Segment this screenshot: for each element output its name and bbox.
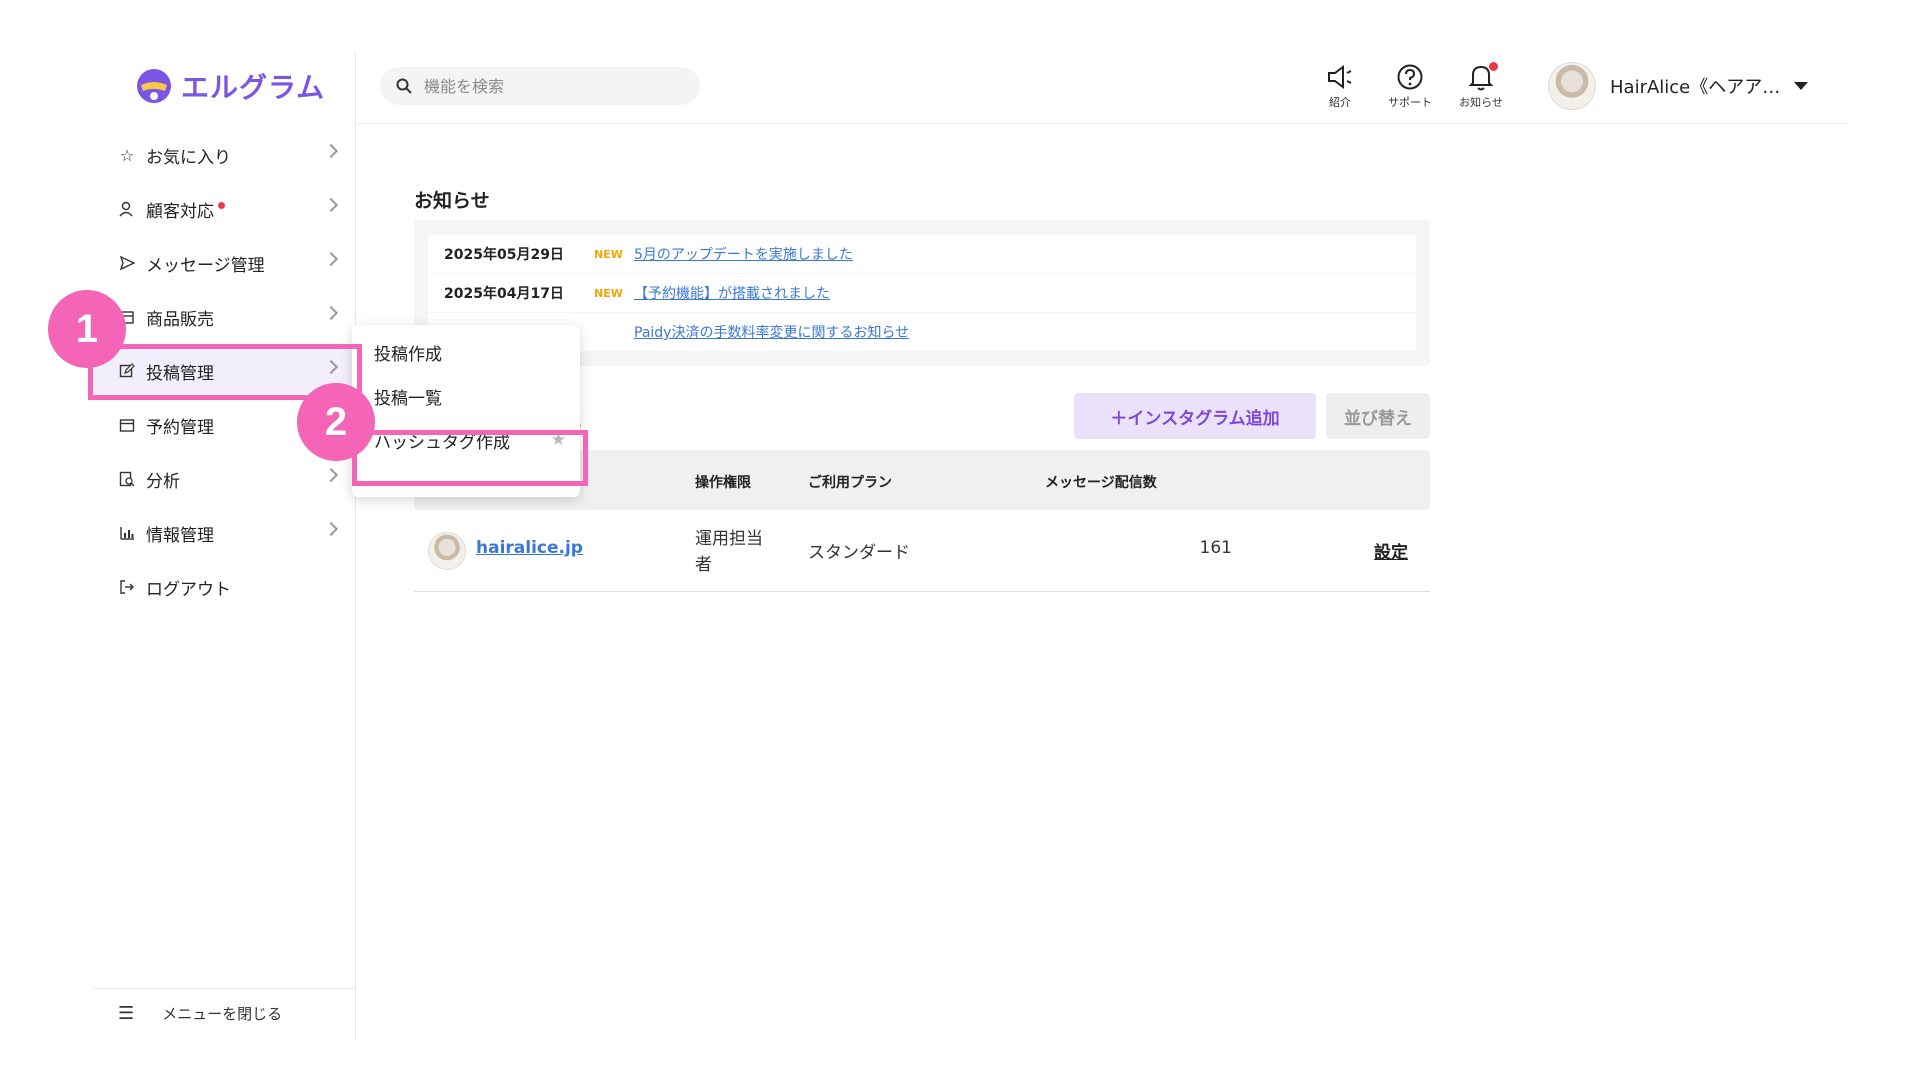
referral-button[interactable]: 紹介 (1305, 62, 1375, 114)
new-badge: NEW (594, 286, 623, 300)
notice-row: 2025年05月29日 NEW 5月のアップデートを実施しました (428, 235, 1416, 273)
sidebar-item-label: 顧客対応 (146, 201, 214, 222)
table-row: hairalice.jp 運用担当者 スタンダード 161 設定 (414, 510, 1430, 592)
support-button[interactable]: サポート (1375, 62, 1445, 114)
account-link[interactable]: hairalice.jp (476, 538, 583, 558)
avatar (1548, 62, 1596, 110)
sidebar-item-messages[interactable]: メッセージ管理 (94, 240, 352, 286)
sidebar-item-sales[interactable]: 商品販売 (94, 294, 352, 340)
sidebar-item-logout[interactable]: ログアウト (94, 564, 352, 610)
sidebar-item-label: 商品販売 (146, 309, 214, 330)
support-label: サポート (1388, 96, 1432, 109)
notice-row: 2025年04月17日 NEW 【予約機能】が搭載されました (428, 274, 1416, 312)
chevron-right-icon (323, 197, 339, 213)
chevron-right-icon (323, 143, 339, 159)
feature-search[interactable] (380, 67, 700, 105)
chevron-right-icon (323, 467, 339, 483)
column-header-plan: ご利用プラン (808, 475, 892, 491)
notice-link[interactable]: Paidy決済の手数料率変更に関するお知らせ (634, 322, 909, 342)
messages-cell: 161 (1199, 538, 1232, 558)
plan-cell: スタンダード (808, 543, 910, 563)
caret-down-icon (1794, 82, 1809, 90)
user-icon (116, 201, 138, 217)
calendar-icon (116, 417, 138, 433)
star-outline-icon: ☆ (119, 145, 135, 165)
role-cell: 運用担当者 (695, 526, 763, 578)
submenu-item-create-post[interactable]: 投稿作成 (352, 330, 580, 374)
add-instagram-button[interactable]: ＋インスタグラム追加 (1074, 393, 1316, 439)
account-menu[interactable]: HairAlice《ヘアア… (1548, 62, 1809, 110)
close-menu-label: メニューを閉じる (162, 1005, 283, 1023)
report-search-icon (116, 471, 138, 487)
new-badge: NEW (594, 247, 623, 261)
sidebar-item-customers[interactable]: 顧客対応 (94, 186, 352, 232)
account-name: HairAlice《ヘアア… (1610, 77, 1781, 98)
logout-icon (116, 579, 138, 595)
chevron-right-icon (323, 521, 339, 537)
sort-button[interactable]: 並び替え (1326, 393, 1430, 439)
notice-link[interactable]: 5月のアップデートを実施しました (634, 244, 853, 264)
help-circle-icon (1396, 62, 1424, 92)
notifications-button[interactable]: お知らせ (1446, 62, 1516, 114)
sidebar-item-label: ログアウト (146, 579, 231, 600)
search-input[interactable] (424, 76, 654, 96)
sidebar-item-label: 情報管理 (146, 525, 214, 546)
close-menu-button[interactable]: ☰ メニューを閉じる (94, 988, 356, 1038)
submenu-item-post-list[interactable]: 投稿一覧 (352, 374, 580, 418)
sidebar-item-label: 予約管理 (146, 417, 214, 438)
role-line: 運用担当 (695, 529, 763, 549)
app-logo[interactable]: エルグラム (135, 66, 325, 106)
notice-date: 2025年04月17日 (444, 286, 564, 302)
highlight-box-hashtag (352, 430, 588, 486)
megaphone-icon (1326, 62, 1354, 92)
notifications-label: お知らせ (1459, 96, 1503, 109)
settings-link[interactable]: 設定 (1374, 543, 1408, 563)
menu-collapse-icon: ☰ (118, 1003, 135, 1024)
elegram-logo-icon (135, 67, 173, 105)
search-icon (396, 78, 412, 94)
role-line: 者 (695, 555, 712, 575)
callout-step-2: 2 (297, 383, 375, 461)
sidebar-item-analytics[interactable]: 分析 (94, 456, 352, 502)
settings-cell: 設定 (1374, 538, 1408, 563)
column-header-messages: メッセージ配信数 (1045, 475, 1157, 491)
notification-badge (1489, 62, 1498, 71)
notice-link[interactable]: 【予約機能】が搭載されました (634, 283, 830, 303)
brand-name: エルグラム (181, 71, 326, 104)
notices-title: お知らせ (414, 190, 490, 212)
referral-label: 紹介 (1329, 96, 1351, 109)
submenu-item-label: 投稿作成 (374, 344, 442, 365)
notice-date: 2025年05月29日 (444, 247, 564, 263)
avatar (428, 532, 466, 570)
sidebar-item-label: メッセージ管理 (146, 255, 265, 276)
column-header-role: 操作権限 (695, 475, 751, 491)
callout-step-1: 1 (48, 290, 126, 368)
chevron-right-icon (323, 305, 339, 321)
account-link-cell: hairalice.jp (476, 538, 583, 558)
bar-chart-icon (116, 525, 138, 541)
sidebar-item-info[interactable]: 情報管理 (94, 510, 352, 556)
alert-dot (218, 201, 225, 209)
submenu-item-label: 投稿一覧 (374, 388, 442, 409)
sidebar-item-favorites[interactable]: ☆ お気に入り (94, 132, 352, 178)
chevron-right-icon (323, 251, 339, 267)
send-icon (116, 255, 138, 271)
sidebar-item-label: お気に入り (146, 147, 231, 168)
sidebar-item-label: 分析 (146, 471, 180, 492)
